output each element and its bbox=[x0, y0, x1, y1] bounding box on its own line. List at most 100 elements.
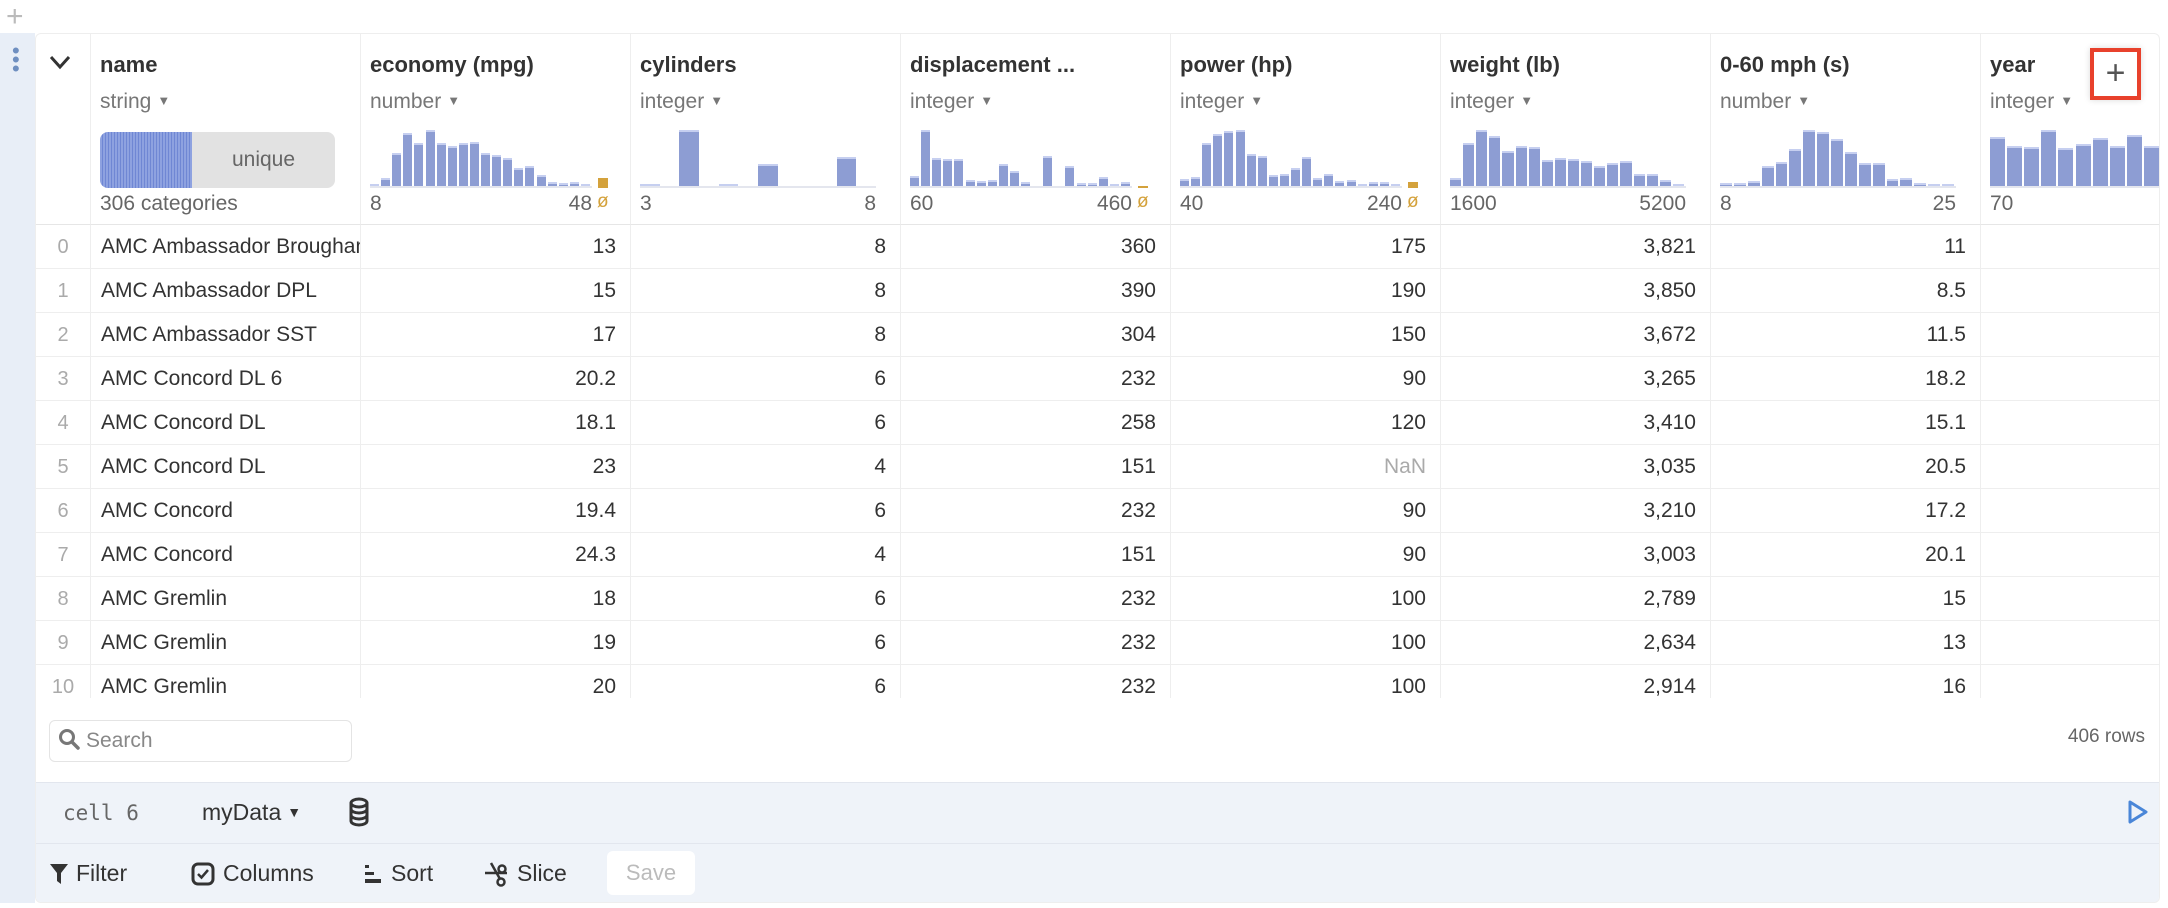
name-cell[interactable]: AMC Gremlin bbox=[91, 577, 361, 621]
histogram[interactable] bbox=[640, 128, 876, 188]
value-cell[interactable]: 20.5 bbox=[1711, 445, 1981, 489]
histogram-bar[interactable] bbox=[503, 158, 513, 186]
value-cell[interactable]: 17.2 bbox=[1711, 489, 1981, 533]
column-type-select[interactable]: integer ▼ bbox=[1450, 90, 1533, 114]
value-cell[interactable]: 390 bbox=[901, 269, 1171, 313]
histogram[interactable] bbox=[910, 128, 1132, 188]
histogram-bar[interactable] bbox=[1291, 168, 1301, 186]
histogram[interactable] bbox=[1990, 128, 2159, 188]
histogram-bar[interactable] bbox=[1346, 180, 1356, 186]
value-cell[interactable]: 8 bbox=[631, 225, 901, 269]
value-cell[interactable] bbox=[1981, 269, 2159, 313]
value-cell[interactable]: 90 bbox=[1171, 357, 1441, 401]
value-cell[interactable]: 3,410 bbox=[1441, 401, 1711, 445]
histogram-bar[interactable] bbox=[1942, 183, 1954, 186]
histogram-bar[interactable] bbox=[580, 183, 590, 186]
histogram-bar[interactable] bbox=[1257, 155, 1267, 186]
histogram-bar[interactable] bbox=[1914, 183, 1927, 186]
run-icon[interactable] bbox=[2127, 799, 2149, 830]
value-cell[interactable]: 15 bbox=[1711, 577, 1981, 621]
histogram-bar[interactable] bbox=[2041, 130, 2057, 186]
dataset-select[interactable]: myData ▼ bbox=[202, 799, 301, 826]
value-cell[interactable]: 6 bbox=[631, 621, 901, 665]
histogram-bar[interactable] bbox=[1368, 181, 1378, 186]
value-cell[interactable]: 2,914 bbox=[1441, 665, 1711, 698]
histogram-bar[interactable] bbox=[640, 184, 660, 186]
histogram-bar[interactable] bbox=[1541, 160, 1553, 186]
histogram-bar[interactable] bbox=[1594, 166, 1606, 186]
value-cell[interactable]: 19.4 bbox=[361, 489, 631, 533]
column-header-0-60-mph-s[interactable]: 0-60 mph (s) number ▼ 8 25 bbox=[1711, 34, 1981, 225]
value-cell[interactable] bbox=[1981, 225, 2159, 269]
histogram-bar[interactable] bbox=[758, 163, 778, 186]
histogram-bar[interactable] bbox=[569, 181, 579, 186]
value-cell[interactable]: 8 bbox=[631, 313, 901, 357]
value-cell[interactable]: 232 bbox=[901, 665, 1171, 698]
add-cell-above-button[interactable]: + bbox=[6, 2, 24, 32]
histogram-bar[interactable] bbox=[1087, 183, 1097, 186]
table-row[interactable]: 9 AMC Gremlin 19 6 232 100 2,634 13 bbox=[36, 621, 2159, 665]
column-type-select[interactable]: integer ▼ bbox=[640, 90, 723, 114]
sort-button[interactable]: Sort bbox=[363, 860, 433, 887]
histogram-bar[interactable] bbox=[1515, 146, 1527, 186]
value-cell[interactable]: 17 bbox=[361, 313, 631, 357]
histogram-bar[interactable] bbox=[425, 130, 435, 186]
histogram-bar[interactable] bbox=[1886, 179, 1899, 186]
histogram[interactable] bbox=[1720, 128, 1956, 188]
histogram-bar[interactable] bbox=[536, 175, 546, 186]
histogram-bar[interactable] bbox=[1817, 132, 1830, 186]
histogram-bar[interactable] bbox=[481, 152, 491, 186]
histogram-bar[interactable] bbox=[965, 179, 975, 186]
value-cell[interactable]: 360 bbox=[901, 225, 1171, 269]
value-cell[interactable]: 6 bbox=[631, 489, 901, 533]
histogram-bar[interactable] bbox=[1313, 178, 1323, 186]
column-header-power-hp[interactable]: power (hp) integer ▼ ø 40 240 bbox=[1171, 34, 1441, 225]
value-cell[interactable]: 151 bbox=[901, 445, 1171, 489]
histogram-bar[interactable] bbox=[403, 133, 413, 186]
value-cell[interactable]: 23 bbox=[361, 445, 631, 489]
search-input[interactable]: Search bbox=[49, 720, 352, 762]
value-cell[interactable]: 19 bbox=[361, 621, 631, 665]
histogram-bar[interactable] bbox=[1761, 165, 1774, 186]
value-cell[interactable] bbox=[1981, 533, 2159, 577]
histogram-bar[interactable] bbox=[943, 158, 953, 186]
histogram-bar[interactable] bbox=[2126, 135, 2142, 186]
column-type-select[interactable]: integer ▼ bbox=[910, 90, 993, 114]
histogram-bar[interactable] bbox=[910, 175, 920, 186]
filter-button[interactable]: Filter bbox=[50, 860, 127, 887]
histogram-bar[interactable] bbox=[492, 155, 502, 186]
histogram-bar[interactable] bbox=[1009, 170, 1019, 186]
histogram-bar[interactable] bbox=[1720, 182, 1732, 186]
histogram-bar[interactable] bbox=[392, 152, 402, 186]
value-cell[interactable]: 15 bbox=[361, 269, 631, 313]
null-bar[interactable] bbox=[1408, 182, 1418, 188]
chevron-down-icon[interactable] bbox=[48, 48, 72, 79]
histogram-bar[interactable] bbox=[1213, 134, 1223, 186]
histogram-bar[interactable] bbox=[1476, 130, 1488, 186]
histogram-bar[interactable] bbox=[679, 130, 699, 186]
histogram-bar[interactable] bbox=[381, 178, 391, 186]
histogram-bar[interactable] bbox=[1302, 157, 1312, 186]
value-cell[interactable]: 24.3 bbox=[361, 533, 631, 577]
histogram-bar[interactable] bbox=[2075, 143, 2091, 186]
column-type-select[interactable]: integer ▼ bbox=[1990, 90, 2073, 114]
value-cell[interactable]: 258 bbox=[901, 401, 1171, 445]
value-cell[interactable]: 18.2 bbox=[1711, 357, 1981, 401]
table-row[interactable]: 6 AMC Concord 19.4 6 232 90 3,210 17.2 bbox=[36, 489, 2159, 533]
histogram-bar[interactable] bbox=[1246, 153, 1256, 186]
null-bar[interactable] bbox=[598, 177, 608, 188]
table-row[interactable]: 7 AMC Concord 24.3 4 151 90 3,003 20.1 bbox=[36, 533, 2159, 577]
table-row[interactable]: 5 AMC Concord DL 23 4 151 NaN 3,035 20.5 bbox=[36, 445, 2159, 489]
histogram-bar[interactable] bbox=[976, 181, 986, 186]
value-cell[interactable]: 120 bbox=[1171, 401, 1441, 445]
histogram-bar[interactable] bbox=[1279, 173, 1289, 186]
histogram-bar[interactable] bbox=[1357, 183, 1367, 186]
table-row[interactable]: 4 AMC Concord DL 18.1 6 258 120 3,410 15.1 bbox=[36, 401, 2159, 445]
histogram[interactable] bbox=[370, 128, 592, 188]
histogram-bar[interactable] bbox=[1502, 150, 1514, 186]
value-cell[interactable] bbox=[1981, 401, 2159, 445]
value-cell[interactable]: 4 bbox=[631, 533, 901, 577]
column-header-name[interactable]: name string ▼ unique 306 categories bbox=[91, 34, 361, 225]
name-cell[interactable]: AMC Ambassador Brougham bbox=[91, 225, 361, 269]
histogram-bar[interactable] bbox=[2092, 137, 2108, 186]
